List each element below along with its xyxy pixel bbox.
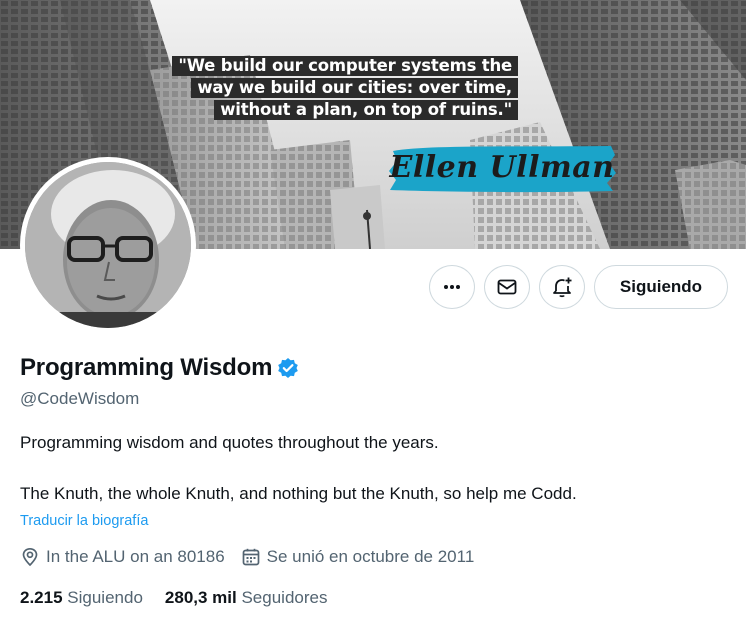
quote-author-name: Ellen Ullman — [389, 150, 615, 185]
message-button[interactable] — [484, 265, 530, 309]
envelope-icon — [497, 279, 517, 295]
followers-count-link[interactable]: 280,3 mil Seguidores — [165, 588, 328, 608]
followers-count: 280,3 mil — [164, 588, 237, 607]
avatar-photo — [25, 162, 191, 328]
bio-line: The Knuth, the whole Knuth, and nothing … — [20, 484, 577, 503]
notifications-button[interactable] — [539, 265, 585, 309]
location-item: In the ALU on an 80186 — [20, 547, 225, 567]
verified-badge-icon[interactable] — [277, 357, 299, 379]
quote-line: "We build our computer systems the — [172, 56, 518, 76]
ellipsis-icon — [444, 285, 460, 289]
translate-bio-link[interactable]: Traducir la biografía — [20, 513, 148, 529]
joined-item: Se unió en octubre de 2011 — [241, 547, 475, 567]
bio-line: Programming wisdom and quotes throughout… — [20, 433, 439, 452]
quote-line: way we build our cities: over time, — [191, 78, 518, 98]
profile-avatar[interactable] — [20, 157, 196, 333]
profile-handle: @CodeWisdom — [20, 389, 140, 408]
joined-text: Se unió en octubre de 2011 — [266, 547, 475, 566]
more-options-button[interactable] — [429, 265, 475, 309]
location-text: In the ALU on an 80186 — [46, 547, 225, 566]
following-button[interactable]: Siguiendo — [594, 265, 728, 309]
profile-name-row: Programming Wisdom — [20, 354, 299, 382]
banner-quote: "We build our computer systems the way w… — [0, 56, 746, 128]
quote-author-tag: Ellen Ullman — [387, 143, 617, 195]
calendar-icon — [242, 548, 260, 566]
quote-line: without a plan, on top of ruins." — [214, 100, 518, 120]
following-label: Siguiendo — [67, 588, 143, 607]
location-pin-icon — [22, 547, 38, 567]
profile-meta-row: In the ALU on an 80186 Se unió en octubr… — [20, 547, 490, 567]
display-name: Programming Wisdom — [20, 354, 273, 381]
following-count: 2.215 — [20, 588, 63, 607]
followers-label: Seguidores — [241, 588, 328, 607]
following-count-link[interactable]: 2.215 Siguiendo — [20, 588, 143, 608]
profile-stats: 2.215 Siguiendo 280,3 mil Seguidores — [20, 588, 349, 608]
bell-plus-icon — [553, 277, 572, 298]
